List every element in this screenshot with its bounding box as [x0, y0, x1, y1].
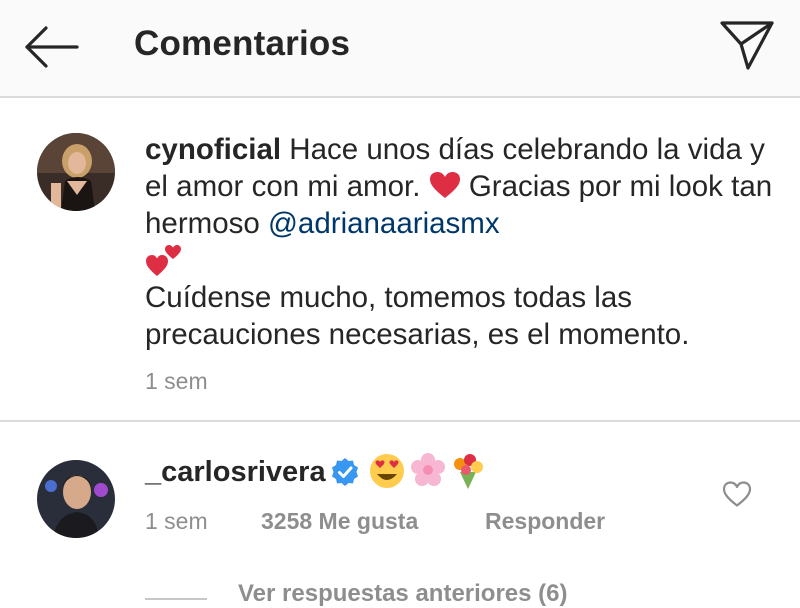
- reply-button[interactable]: Responder: [485, 508, 605, 535]
- section-divider: [0, 420, 800, 422]
- back-button[interactable]: [22, 24, 82, 70]
- mention-link[interactable]: @adrianaariasmx: [268, 207, 500, 240]
- view-previous-replies-button[interactable]: Ver respuestas anteriores (6): [238, 580, 568, 608]
- post-caption: cynoficial Hace unos días celebrando la …: [145, 131, 785, 353]
- commenter-username[interactable]: _carlosrivera: [145, 456, 326, 489]
- replies-divider-line: [145, 598, 207, 600]
- arrow-left-icon: [25, 26, 79, 68]
- caption-text-3: Cuídense mucho, tomemos todas las precau…: [145, 281, 690, 351]
- bouquet-icon: [454, 454, 483, 489]
- share-button[interactable]: [717, 18, 777, 72]
- heart-eyes-face-icon: [370, 454, 404, 488]
- post-author-username[interactable]: cynoficial: [145, 133, 281, 166]
- two-hearts-icon: [146, 245, 181, 276]
- page-title: Comentarios: [134, 24, 351, 63]
- header-bar: Comentarios: [0, 0, 800, 98]
- comment-likes[interactable]: 3258 Me gusta: [261, 508, 418, 535]
- commenter-avatar[interactable]: [37, 460, 115, 538]
- heart-outline-icon[interactable]: [722, 480, 752, 508]
- paper-plane-icon: [720, 21, 774, 70]
- verified-badge-icon: [332, 458, 358, 486]
- cherry-blossom-icon: [411, 453, 445, 486]
- post-time: 1 sem: [145, 368, 208, 394]
- comment-time: 1 sem: [145, 508, 208, 534]
- red-heart-icon: [429, 172, 460, 198]
- post-author-avatar[interactable]: [37, 133, 115, 211]
